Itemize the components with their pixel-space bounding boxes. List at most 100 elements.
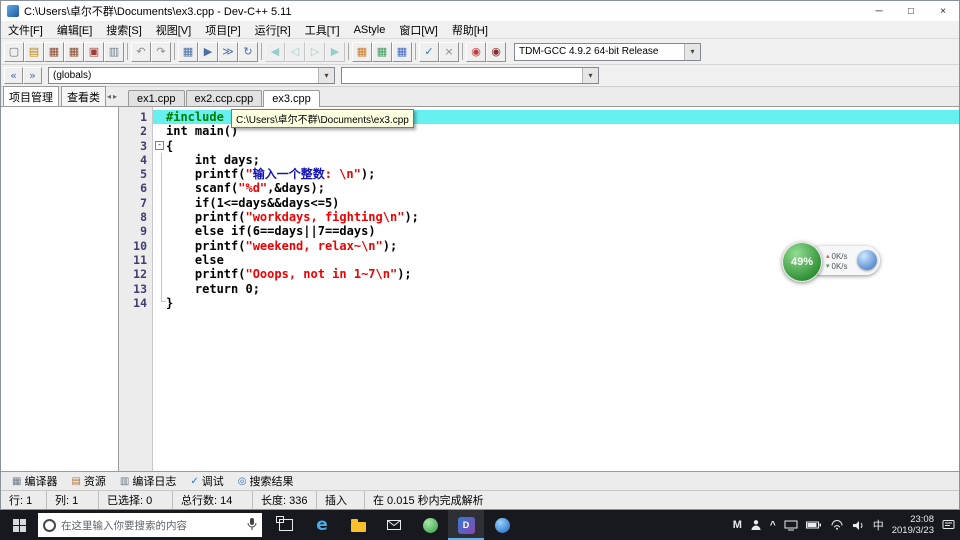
ime-indicator[interactable]: 中 xyxy=(873,517,884,533)
menu-item-9[interactable]: 帮助[H] xyxy=(445,21,495,39)
compile-run-button[interactable]: ≫ xyxy=(218,41,238,62)
menu-item-4[interactable]: 项目[P] xyxy=(198,21,247,39)
compiler-select[interactable]: TDM-GCC 4.9.2 64-bit Release ▾ xyxy=(514,42,701,61)
clear-syntax-button[interactable]: × xyxy=(439,41,459,62)
network-icon[interactable] xyxy=(830,520,844,530)
line-number-2[interactable]: 2 xyxy=(119,124,152,138)
back-button[interactable]: ◀ xyxy=(265,41,285,62)
code-line-7[interactable]: if(1<=days&&days<=5) xyxy=(153,196,959,210)
battery-icon[interactable] xyxy=(805,521,822,529)
bookmark-button[interactable]: ▦ xyxy=(372,41,392,62)
display-icon[interactable] xyxy=(784,520,798,531)
line-number-10[interactable]: 10 xyxy=(119,239,152,253)
menu-item-2[interactable]: 搜索[S] xyxy=(99,21,148,39)
goto-declaration-button[interactable]: « xyxy=(4,67,23,84)
next-button[interactable]: ▷ xyxy=(305,41,325,62)
compile-log-tab[interactable]: ▥ 编译日志 xyxy=(113,472,183,490)
taskbar-clock[interactable]: 23:08 2019/3/23 xyxy=(892,514,934,536)
line-number-6[interactable]: 6 xyxy=(119,181,152,195)
line-number-14[interactable]: 14 xyxy=(119,296,152,310)
line-number-1[interactable]: 1 xyxy=(119,110,152,124)
close-button[interactable]: × xyxy=(927,1,959,21)
line-number-gutter[interactable]: 1 2 3 4 5 6 7 8 9 10 11 12 13 14 xyxy=(119,107,153,471)
rebuild-button[interactable]: ↻ xyxy=(238,41,258,62)
menu-item-8[interactable]: 窗口[W] xyxy=(392,21,445,39)
notification-center-icon[interactable] xyxy=(942,519,955,531)
code-rows[interactable]: #include <stdio.h>int main()-{ int days;… xyxy=(153,107,959,471)
net-speed-widget[interactable]: ▴ 0K/s ▾ 0K/s 49% xyxy=(782,240,884,282)
mic-icon[interactable] xyxy=(247,517,257,534)
tab-project-manager[interactable]: 项目管理 xyxy=(3,86,59,106)
delete-profile-button[interactable]: ◉ xyxy=(486,41,506,62)
code-line-6[interactable]: scanf("%d",&days); xyxy=(153,181,959,195)
members-select[interactable]: ▾ xyxy=(341,67,599,84)
line-number-11[interactable]: 11 xyxy=(119,253,152,267)
line-number-8[interactable]: 8 xyxy=(119,210,152,224)
tray-expand-icon[interactable]: ^ xyxy=(770,520,776,531)
save-button[interactable]: ▦ xyxy=(44,41,64,62)
line-number-7[interactable]: 7 xyxy=(119,196,152,210)
insert-button[interactable]: ▦ xyxy=(352,41,372,62)
chevron-down-icon[interactable]: ▾ xyxy=(582,68,598,83)
print-button[interactable]: ▥ xyxy=(104,41,124,62)
open-button[interactable]: ▤ xyxy=(24,41,44,62)
panel-scroll-right-icon[interactable]: ▸ xyxy=(112,92,118,101)
menu-item-5[interactable]: 运行[R] xyxy=(248,21,298,39)
menu-item-6[interactable]: 工具[T] xyxy=(298,21,347,39)
undo-button[interactable]: ↶ xyxy=(131,41,151,62)
menu-item-7[interactable]: AStyle xyxy=(347,23,393,37)
prev-button[interactable]: ◁ xyxy=(285,41,305,62)
code-line-4[interactable]: int days; xyxy=(153,153,959,167)
close-file-button[interactable]: ▣ xyxy=(84,41,104,62)
goto-line-button[interactable]: ▦ xyxy=(392,41,412,62)
menu-item-3[interactable]: 视图[V] xyxy=(149,21,198,39)
blue-app-button[interactable] xyxy=(484,510,520,540)
debug-tab[interactable]: ✓ 调试 xyxy=(183,472,230,490)
safe-browser-button[interactable] xyxy=(412,510,448,540)
line-number-4[interactable]: 4 xyxy=(119,153,152,167)
maximize-button[interactable]: □ xyxy=(895,1,927,21)
line-number-3[interactable]: 3 xyxy=(119,139,152,153)
line-number-5[interactable]: 5 xyxy=(119,167,152,181)
editor-tab-ex3.cpp[interactable]: ex3.cpp xyxy=(263,90,320,107)
code-line-9[interactable]: else if(6==days||7==days) xyxy=(153,224,959,238)
devcpp-taskbar-button[interactable]: D xyxy=(448,510,484,540)
widget-gauge-icon[interactable] xyxy=(857,250,877,270)
code-line-3[interactable]: -{ xyxy=(153,139,959,153)
chevron-down-icon[interactable]: ▾ xyxy=(684,43,700,60)
code-line-8[interactable]: printf("workdays, fighting\n"); xyxy=(153,210,959,224)
chevron-down-icon[interactable]: ▾ xyxy=(318,68,334,83)
goto-definition-button[interactable]: » xyxy=(23,67,42,84)
redo-button[interactable]: ↷ xyxy=(151,41,171,62)
profile-button[interactable]: ◉ xyxy=(466,41,486,62)
compile-button[interactable]: ▦ xyxy=(178,41,198,62)
save-all-button[interactable]: ▦ xyxy=(64,41,84,62)
code-editor[interactable]: 1234567891011121314 #include <stdio.h>in… xyxy=(119,107,959,471)
new-file-button[interactable]: ▢ xyxy=(4,41,24,62)
fold-toggle-icon[interactable]: - xyxy=(155,141,164,151)
search-results-tab[interactable]: ◎ 搜索结果 xyxy=(231,472,301,490)
task-view-button[interactable] xyxy=(268,510,304,540)
edge-button[interactable]: e xyxy=(304,510,340,540)
menu-item-0[interactable]: 文件[F] xyxy=(1,21,50,39)
tab-class-browser[interactable]: 查看类 xyxy=(61,86,106,106)
line-number-13[interactable]: 13 xyxy=(119,282,152,296)
code-line-5[interactable]: printf("输入一个整数: \n"); xyxy=(153,167,959,181)
fold-margin-3[interactable]: - xyxy=(153,139,166,153)
editor-tab-ex2.ccp.cpp[interactable]: ex2.ccp.cpp xyxy=(185,90,263,106)
syntax-check-button[interactable]: ✓ xyxy=(419,41,439,62)
tray-m-icon[interactable]: M xyxy=(733,519,742,531)
user-icon[interactable] xyxy=(750,519,762,531)
volume-icon[interactable] xyxy=(852,520,865,531)
mail-button[interactable] xyxy=(376,510,412,540)
run-button[interactable]: ▶ xyxy=(198,41,218,62)
line-number-9[interactable]: 9 xyxy=(119,224,152,238)
menu-item-1[interactable]: 编辑[E] xyxy=(50,21,99,39)
editor-tab-ex1.cpp[interactable]: ex1.cpp xyxy=(128,90,185,106)
taskbar-search-input[interactable]: 在这里输入你要搜索的内容 xyxy=(38,513,262,537)
code-line-13[interactable]: return 0; xyxy=(153,282,959,296)
resources-tab[interactable]: ▤ 资源 xyxy=(64,472,112,490)
memory-ball[interactable]: 49% xyxy=(782,242,822,282)
code-line-14[interactable]: } xyxy=(153,296,959,310)
forward-button[interactable]: ▶ xyxy=(325,41,345,62)
